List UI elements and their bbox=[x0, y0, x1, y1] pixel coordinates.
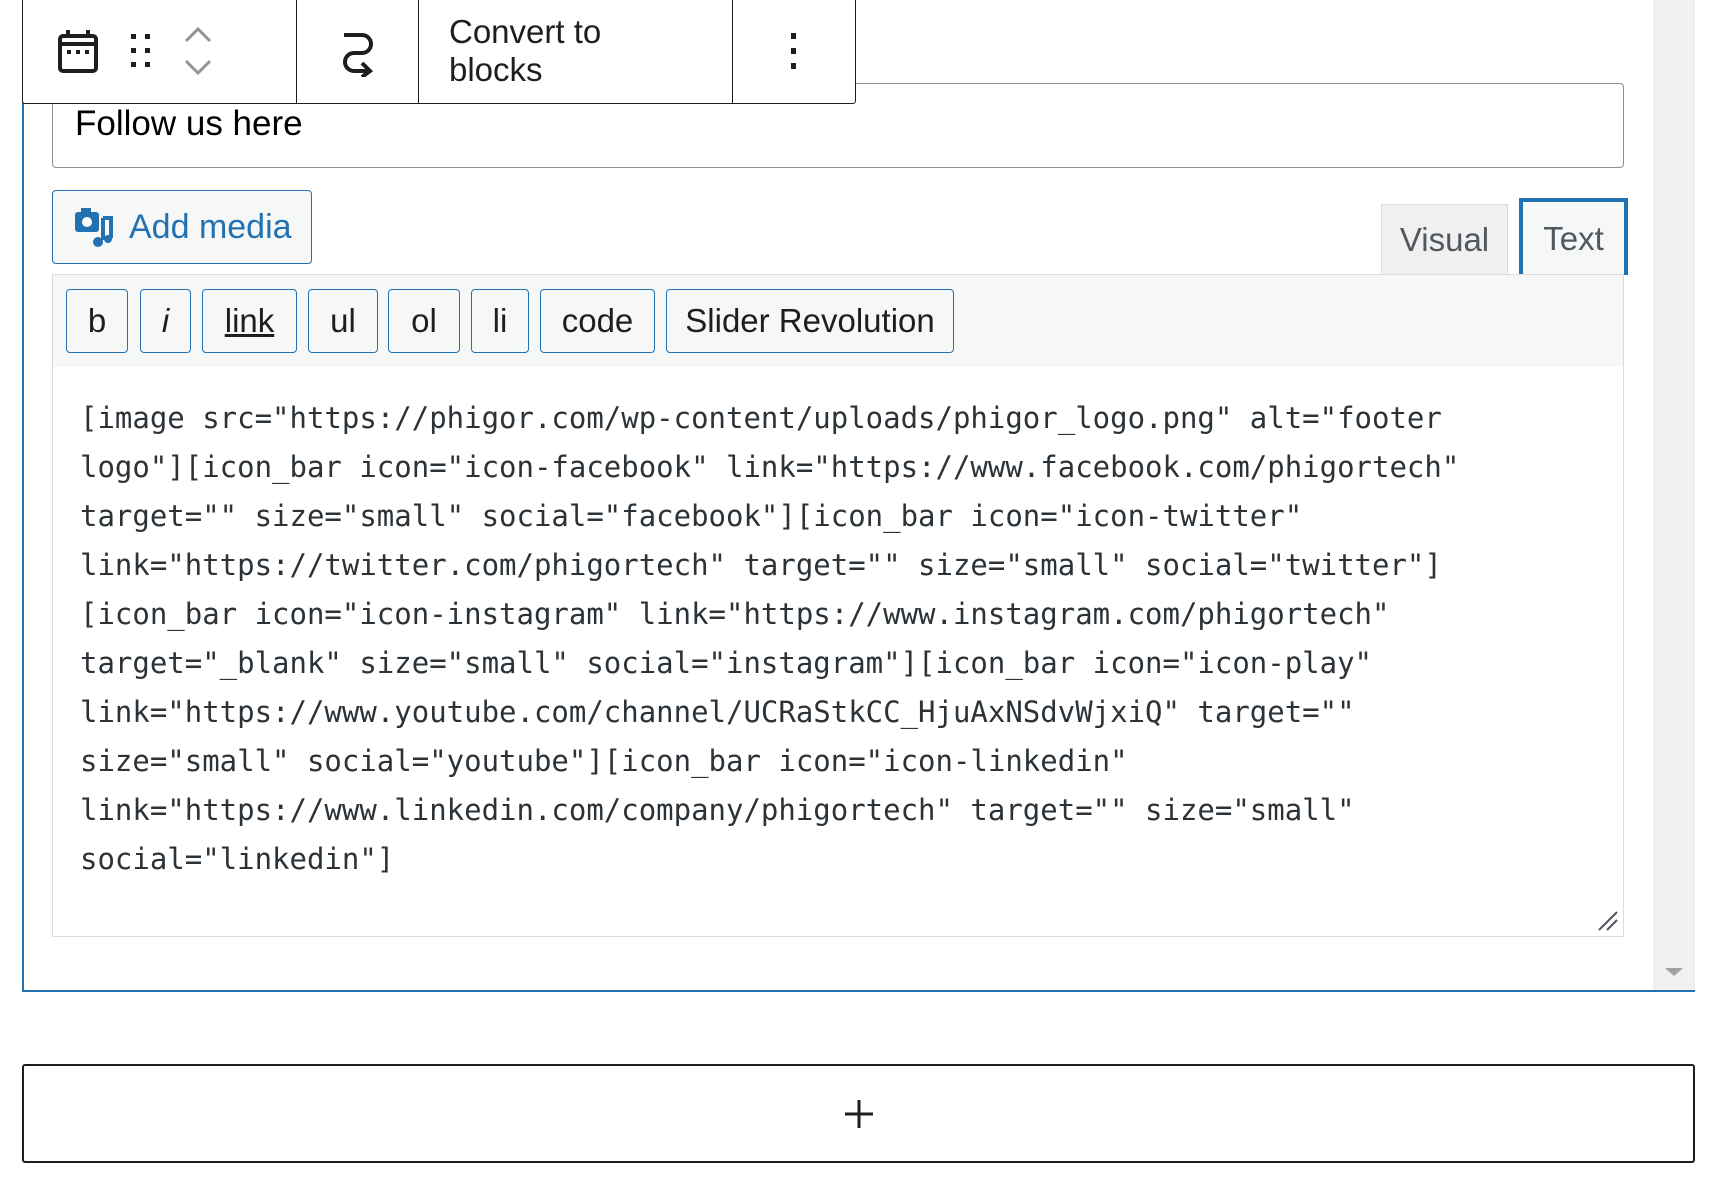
chevron-down-icon[interactable] bbox=[183, 58, 213, 76]
content-textarea[interactable]: [image src="https://phigor.com/wp-conten… bbox=[52, 367, 1624, 937]
content-line: [icon_bar icon="icon-instagram" link="ht… bbox=[80, 597, 1390, 631]
chevron-up-icon[interactable] bbox=[183, 26, 213, 44]
quicktag-code-button[interactable]: code bbox=[540, 289, 655, 353]
content-line: target="" size="small" social="facebook"… bbox=[80, 499, 1303, 533]
content-line: [image src="https://phigor.com/wp-conten… bbox=[80, 401, 1442, 435]
scrollbar[interactable] bbox=[1653, 0, 1695, 990]
plus-icon bbox=[844, 1099, 873, 1128]
scroll-down-arrow-icon[interactable] bbox=[1665, 968, 1683, 976]
content-line: target="_blank" size="small" social="ins… bbox=[80, 646, 1373, 680]
quicktag-li-button[interactable]: li bbox=[471, 289, 529, 353]
quicktag-ol-button[interactable]: ol bbox=[388, 289, 460, 353]
content-line: size="small" social="youtube"][icon_bar … bbox=[80, 744, 1128, 778]
calendar-icon[interactable] bbox=[57, 28, 99, 74]
add-media-icon bbox=[75, 208, 113, 247]
add-media-label: Add media bbox=[129, 207, 292, 246]
quicktags-toolbar: b i link ul ol li code Slider Revolution bbox=[52, 274, 1624, 368]
add-block-button[interactable] bbox=[22, 1064, 1695, 1163]
tab-visual[interactable]: Visual bbox=[1381, 204, 1508, 275]
content-line: link="https://www.linkedin.com/company/p… bbox=[80, 793, 1355, 827]
quicktag-bold-button[interactable]: b bbox=[66, 289, 128, 353]
block-toolbar: Convert to blocks bbox=[22, 0, 856, 104]
quicktag-slider-revolution-button[interactable]: Slider Revolution bbox=[666, 289, 954, 353]
transform-arrow-icon[interactable] bbox=[336, 25, 380, 77]
resize-handle-icon[interactable] bbox=[1597, 910, 1619, 932]
quicktag-italic-button[interactable]: i bbox=[140, 289, 191, 353]
quicktag-link-button[interactable]: link bbox=[202, 289, 297, 353]
content-line: link="https://twitter.com/phigortech" ta… bbox=[80, 548, 1442, 582]
drag-handle-icon[interactable] bbox=[129, 32, 153, 70]
content-line: logo"][icon_bar icon="icon-facebook" lin… bbox=[80, 450, 1460, 484]
add-media-button[interactable]: Add media bbox=[52, 190, 312, 264]
content-line: social="linkedin"] bbox=[80, 842, 395, 876]
content-line: link="https://www.youtube.com/channel/UC… bbox=[80, 695, 1355, 729]
more-vertical-icon[interactable] bbox=[789, 31, 799, 71]
tab-text[interactable]: Text bbox=[1519, 198, 1628, 275]
convert-to-blocks-button[interactable]: Convert to blocks bbox=[419, 13, 732, 89]
quicktag-ul-button[interactable]: ul bbox=[308, 289, 378, 353]
